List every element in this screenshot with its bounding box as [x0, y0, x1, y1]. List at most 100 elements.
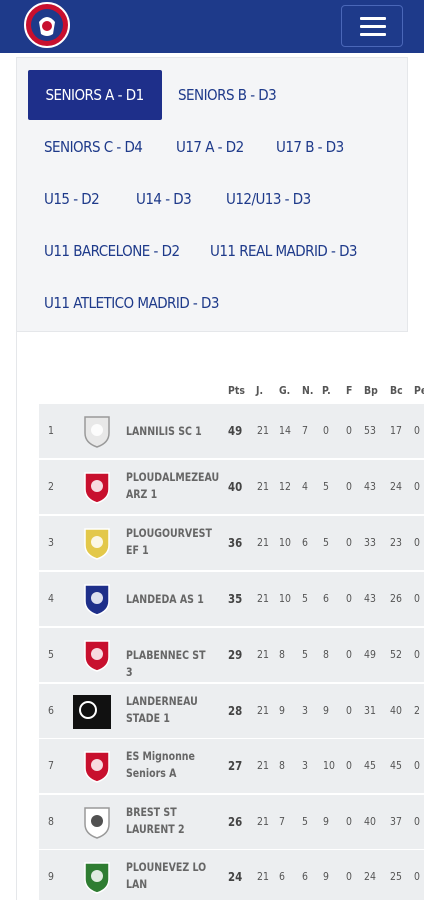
stat-bc: 24 — [390, 480, 402, 493]
es-mignonne-crest-icon — [84, 751, 110, 783]
stat-f: 0 — [346, 815, 352, 828]
rank-cell: 3 — [48, 536, 54, 549]
landeda-crest-icon — [84, 584, 110, 616]
team-name[interactable]: PLOUGOURVEST EF 1 — [126, 525, 215, 559]
stat-g: 10 — [279, 536, 291, 549]
stat-p: 6 — [323, 592, 329, 605]
rank-cell: 7 — [48, 759, 54, 772]
tab-u11-real-madrid-d3[interactable]: U11 REAL MADRID - D3 — [210, 226, 358, 276]
stat-bp: 53 — [364, 424, 376, 437]
table-row[interactable]: 4 LANDEDA AS 1 35 21 10 5 6 0 43 26 0 — [39, 572, 424, 626]
stat-n: 7 — [302, 424, 308, 437]
tab-u15-d2[interactable]: U15 - D2 — [44, 174, 100, 224]
stat-j: 21 — [257, 648, 269, 661]
tab-seniors-c-d4[interactable]: SENIORS C - D4 — [44, 122, 143, 172]
tab-seniors-a-d1[interactable]: SENIORS A - D1 — [28, 70, 162, 120]
stat-n: 5 — [302, 592, 308, 605]
table-row[interactable]: 3 PLOUGOURVEST EF 1 36 21 10 6 5 0 33 23 0 — [39, 516, 424, 570]
column-header-bp: Bp — [364, 384, 378, 397]
hamburger-menu-button[interactable] — [341, 5, 403, 47]
stat-pe: 0 — [414, 815, 420, 828]
stat-pts: 28 — [228, 704, 243, 718]
column-header-p: P. — [322, 384, 331, 397]
stat-g: 8 — [279, 648, 285, 661]
table-row[interactable]: 7 ES Mignonne Seniors A 27 21 8 3 10 0 45 45 0 — [39, 739, 424, 793]
table-row[interactable]: 9 PLOUNEVEZ LO LAN 24 21 6 6 9 0 24 25 0 — [39, 850, 424, 900]
stat-p: 9 — [323, 870, 329, 883]
tab-u17-b-d3[interactable]: U17 B - D3 — [276, 122, 344, 172]
stat-n: 3 — [302, 704, 308, 717]
stat-bp: 24 — [364, 870, 376, 883]
stat-bp: 31 — [364, 704, 376, 717]
stat-bp: 43 — [364, 480, 376, 493]
stat-pe: 2 — [414, 704, 420, 717]
column-header-f: F — [346, 384, 353, 397]
stat-j: 21 — [257, 480, 269, 493]
stat-f: 0 — [346, 592, 352, 605]
stat-pe: 0 — [414, 759, 420, 772]
stat-p: 5 — [323, 480, 329, 493]
table-row[interactable]: 1 LANNILIS SC 1 49 21 14 7 0 0 53 17 0 — [39, 404, 424, 458]
tab-u17-a-d2[interactable]: U17 A - D2 — [176, 122, 244, 172]
team-name[interactable]: LANDEDA AS 1 — [126, 591, 215, 608]
stat-bc: 40 — [390, 704, 402, 717]
table-row[interactable]: 5 PLABENNEC ST 3 29 21 8 5 8 0 49 52 0 — [39, 628, 424, 682]
tab-u12-u13-d3[interactable]: U12/U13 - D3 — [226, 174, 311, 224]
stat-n: 5 — [302, 648, 308, 661]
stat-n: 6 — [302, 536, 308, 549]
team-name[interactable]: PLOUDALMEZEAU ARZ 1 — [126, 469, 219, 503]
ploudalmezeau-crest-icon — [84, 472, 110, 504]
club-crest-icon[interactable] — [24, 0, 70, 50]
stat-g: 8 — [279, 759, 285, 772]
stat-g: 10 — [279, 592, 291, 605]
plougourvest-crest-icon — [84, 528, 110, 560]
team-name[interactable]: ES Mignonne Seniors A — [126, 748, 215, 782]
column-header-bc: Bc — [390, 384, 403, 397]
team-name[interactable]: PLOUNEVEZ LO LAN — [126, 859, 215, 893]
tab-u11-barcelone-d2[interactable]: U11 BARCELONE - D2 — [44, 226, 180, 276]
stat-g: 9 — [279, 704, 285, 717]
stat-f: 0 — [346, 648, 352, 661]
stat-g: 6 — [279, 870, 285, 883]
stat-bc: 26 — [390, 592, 402, 605]
stat-bc: 17 — [390, 424, 402, 437]
stat-pts: 24 — [228, 870, 243, 884]
stat-pts: 49 — [228, 424, 243, 438]
stat-g: 14 — [279, 424, 291, 437]
table-row[interactable]: 8 BREST ST LAURENT 2 26 21 7 5 9 0 40 37 0 — [39, 795, 424, 849]
stat-p: 10 — [323, 759, 335, 772]
table-row[interactable]: 6 LANDERNEAU STADE 1 28 21 9 3 9 0 31 40 2 — [39, 684, 424, 738]
table-row[interactable]: 2 PLOUDALMEZEAU ARZ 1 40 21 12 4 5 0 43 24 0 — [39, 460, 424, 514]
team-name[interactable]: LANDERNEAU STADE 1 — [126, 693, 215, 727]
stat-pts: 35 — [228, 592, 243, 606]
stat-f: 0 — [346, 870, 352, 883]
column-header-g: G. — [279, 384, 291, 397]
rank-cell: 4 — [48, 592, 54, 605]
team-name[interactable]: LANNILIS SC 1 — [126, 423, 215, 440]
hamburger-menu-icon-bar — [360, 33, 386, 36]
stat-pts: 29 — [228, 648, 243, 662]
landerneau-crest-icon — [73, 695, 111, 729]
stat-p: 0 — [323, 424, 329, 437]
stat-f: 0 — [346, 536, 352, 549]
tab-seniors-b-d3[interactable]: SENIORS B - D3 — [178, 70, 277, 120]
stat-n: 5 — [302, 815, 308, 828]
team-name[interactable]: BREST ST LAURENT 2 — [126, 804, 215, 838]
rank-cell: 1 — [48, 424, 54, 437]
plabennec-crest-icon — [84, 640, 110, 672]
plounevez-crest-icon — [84, 862, 110, 894]
rank-cell: 2 — [48, 480, 54, 493]
stat-p: 8 — [323, 648, 329, 661]
stat-bc: 23 — [390, 536, 402, 549]
stat-p: 9 — [323, 704, 329, 717]
stat-g: 12 — [279, 480, 291, 493]
stat-f: 0 — [346, 480, 352, 493]
tab-u11-atletico-madrid-d3[interactable]: U11 ATLETICO MADRID - D3 — [44, 278, 219, 328]
tab-u14-d3[interactable]: U14 - D3 — [136, 174, 192, 224]
stat-n: 4 — [302, 480, 308, 493]
team-name[interactable]: PLABENNEC ST 3 — [126, 647, 215, 681]
stat-bc: 52 — [390, 648, 402, 661]
stat-n: 3 — [302, 759, 308, 772]
stat-j: 21 — [257, 536, 269, 549]
top-navbar — [0, 0, 424, 53]
